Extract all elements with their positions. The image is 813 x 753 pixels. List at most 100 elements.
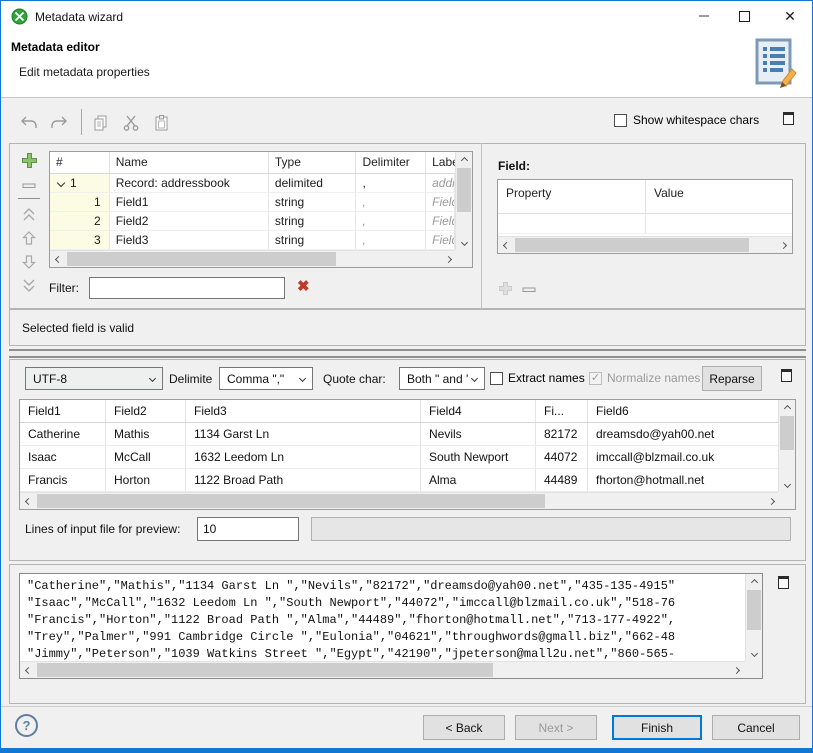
grid-cell-type[interactable]: string: [269, 193, 357, 211]
move-up-button[interactable]: [18, 228, 40, 248]
field-empty-row[interactable]: [498, 214, 792, 234]
scroll-down-arrow[interactable]: [746, 645, 763, 661]
col-header-label[interactable]: Labe: [426, 152, 455, 173]
grid-cell-type[interactable]: delimited: [269, 174, 357, 192]
col-header-type[interactable]: Type: [269, 152, 357, 173]
maximize-view-icon[interactable]: [781, 369, 792, 382]
finish-button[interactable]: Finish: [612, 715, 702, 740]
grid-row-field[interactable]: 2Field2string,Field.: [50, 212, 455, 231]
grid-cell-name[interactable]: Record: addressbook: [110, 174, 269, 192]
grid-cell-delimiter[interactable]: ,: [356, 193, 426, 211]
scrollbar-thumb[interactable]: [37, 663, 493, 677]
preview-lines-input[interactable]: [197, 517, 299, 541]
paste-button[interactable]: [149, 111, 173, 135]
maximize-view-icon[interactable]: [778, 576, 789, 589]
grid-cell-num[interactable]: 1: [50, 174, 110, 192]
scrollbar-thumb[interactable]: [67, 252, 336, 266]
grid-cell-num[interactable]: 2: [50, 212, 110, 230]
preview-col-header[interactable]: Field1: [20, 400, 106, 422]
reparse-button[interactable]: Reparse: [702, 366, 762, 391]
grid-cell-label[interactable]: Field.: [426, 231, 455, 249]
grid-row-record[interactable]: 1Record: addressbookdelimited,addr: [50, 174, 455, 193]
grid-cell-name[interactable]: Field2: [110, 212, 269, 230]
grid-cell-delimiter[interactable]: ,: [356, 231, 426, 249]
scrollbar-thumb[interactable]: [37, 494, 545, 508]
field-add-button[interactable]: [498, 281, 513, 296]
grid-cell-label[interactable]: Field: [426, 193, 455, 211]
checkbox-box[interactable]: [490, 372, 503, 385]
copy-button[interactable]: [89, 111, 113, 135]
scrollbar-thumb[interactable]: [515, 238, 749, 252]
scroll-up-arrow[interactable]: [456, 152, 473, 168]
move-top-button[interactable]: [18, 204, 40, 224]
scrollbar-thumb[interactable]: [747, 590, 761, 630]
maximize-view-icon[interactable]: [783, 112, 794, 125]
cancel-button[interactable]: Cancel: [712, 715, 800, 740]
grid-cell-num[interactable]: 1: [50, 193, 110, 211]
scrollbar-thumb[interactable]: [780, 416, 794, 450]
grid-cell-delimiter[interactable]: ,: [356, 212, 426, 230]
show-whitespace-checkbox[interactable]: Show whitespace chars: [614, 113, 759, 127]
preview-horizontal-scrollbar[interactable]: [20, 492, 780, 509]
grid-horizontal-scrollbar[interactable]: [50, 250, 457, 267]
back-button[interactable]: < Back: [423, 715, 505, 740]
maximize-button[interactable]: [727, 1, 761, 31]
grid-cell-type[interactable]: string: [269, 231, 357, 249]
clear-filter-icon[interactable]: ✖: [297, 277, 310, 295]
grid-cell-name[interactable]: Field3: [110, 231, 269, 249]
preview-col-header[interactable]: Fi...: [536, 400, 588, 422]
move-down-button[interactable]: [18, 252, 40, 272]
preview-col-header[interactable]: Field6: [588, 400, 780, 422]
vertical-splitter[interactable]: [481, 143, 482, 309]
preview-col-header[interactable]: Field4: [421, 400, 536, 422]
scroll-up-arrow[interactable]: [746, 574, 763, 590]
col-header-name[interactable]: Name: [110, 152, 269, 173]
grid-row-field[interactable]: 1Field1string,Field: [50, 193, 455, 212]
col-header-value[interactable]: Value: [646, 180, 792, 214]
extract-names-checkbox[interactable]: Extract names: [490, 371, 585, 385]
scroll-right-arrow[interactable]: [775, 237, 792, 253]
delimiter-select[interactable]: Comma ",": [219, 367, 313, 390]
field-remove-button[interactable]: [522, 286, 537, 294]
grid-row-field[interactable]: 3Field3string,Field.: [50, 231, 455, 250]
scroll-left-arrow[interactable]: [20, 662, 37, 678]
scroll-left-arrow[interactable]: [50, 251, 67, 267]
move-bottom-button[interactable]: [18, 276, 40, 296]
help-button[interactable]: ?: [15, 714, 38, 737]
close-button[interactable]: ✕: [773, 1, 807, 31]
grid-cell-name[interactable]: Field1: [110, 193, 269, 211]
preview-row[interactable]: FrancisHorton1122 Broad PathAlma44489fho…: [20, 469, 778, 492]
charset-select[interactable]: UTF-8: [25, 367, 163, 390]
raw-data-textarea[interactable]: "Catherine","Mathis","1134 Garst Ln ","N…: [19, 573, 763, 679]
scrollbar-thumb[interactable]: [457, 168, 471, 212]
scroll-left-arrow[interactable]: [20, 493, 37, 509]
horizontal-splitter[interactable]: [9, 349, 806, 358]
col-header-delimiter[interactable]: Delimiter: [356, 152, 426, 173]
preview-row[interactable]: CatherineMathis1134 Garst LnNevils82172d…: [20, 423, 778, 446]
scroll-down-arrow[interactable]: [779, 476, 796, 492]
raw-horizontal-scrollbar[interactable]: [20, 661, 745, 678]
preview-vertical-scrollbar[interactable]: [778, 400, 795, 492]
preview-row[interactable]: IsaacMcCall1632 Leedom LnSouth Newport44…: [20, 446, 778, 469]
checkbox-box[interactable]: [614, 114, 627, 127]
remove-field-button[interactable]: [18, 176, 40, 196]
scroll-left-arrow[interactable]: [498, 237, 515, 253]
scroll-down-arrow[interactable]: [456, 234, 473, 250]
undo-button[interactable]: [17, 111, 41, 135]
redo-button[interactable]: [47, 111, 71, 135]
col-header-num[interactable]: #: [50, 152, 110, 173]
preview-col-header[interactable]: Field3: [186, 400, 421, 422]
expand-chevron-icon[interactable]: [57, 179, 65, 187]
filter-input[interactable]: [89, 277, 285, 299]
quote-char-select[interactable]: Both " and ': [399, 367, 485, 390]
scroll-up-arrow[interactable]: [779, 400, 796, 416]
minimize-button[interactable]: [687, 1, 721, 31]
grid-cell-type[interactable]: string: [269, 212, 357, 230]
scroll-right-arrow[interactable]: [728, 662, 745, 678]
field-horizontal-scrollbar[interactable]: [498, 236, 792, 253]
cut-button[interactable]: [119, 111, 143, 135]
add-field-button[interactable]: [18, 150, 40, 170]
preview-col-header[interactable]: Field2: [106, 400, 186, 422]
raw-vertical-scrollbar[interactable]: [745, 574, 762, 661]
grid-vertical-scrollbar[interactable]: [455, 152, 472, 250]
